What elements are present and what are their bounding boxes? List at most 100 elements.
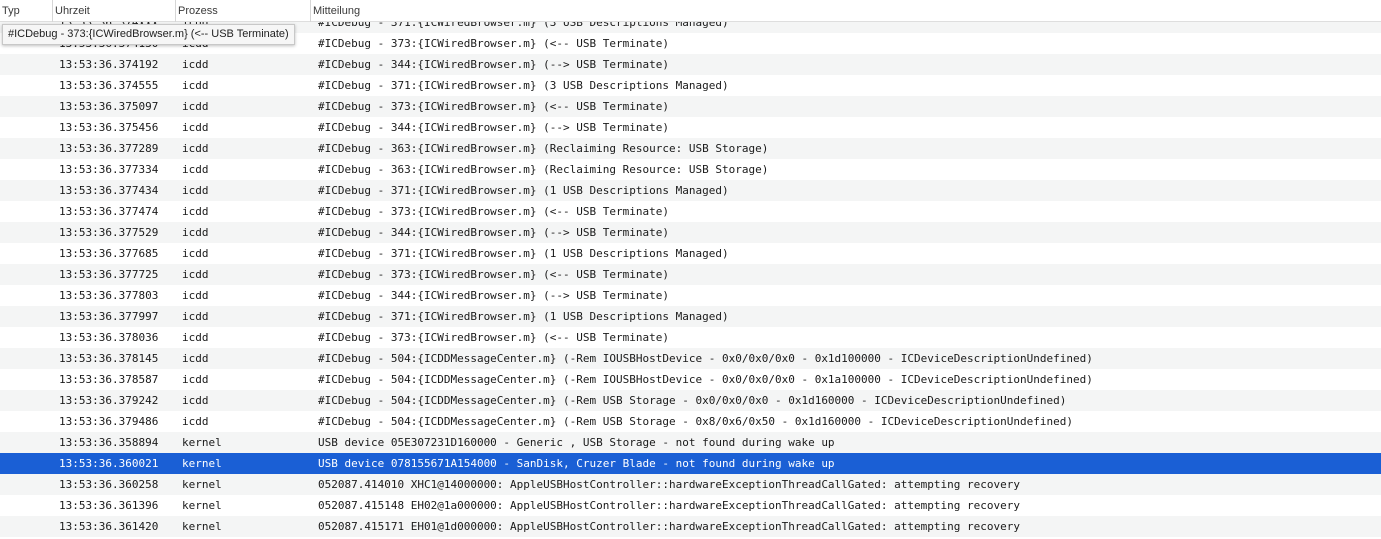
message-tooltip: #ICDebug - 373:{ICWiredBrowser.m} (<-- U… [2, 24, 295, 45]
cell-message: #ICDebug - 363:{ICWiredBrowser.m} (Recla… [318, 142, 769, 155]
cell-type [0, 306, 52, 327]
cell-time: 13:53:36.377434 [59, 184, 159, 197]
cell-process: icdd [182, 100, 209, 113]
cell-message: #ICDebug - 371:{ICWiredBrowser.m} (3 USB… [318, 79, 729, 92]
cell-message: #ICDebug - 373:{ICWiredBrowser.m} (<-- U… [318, 205, 669, 218]
cell-process: kernel [182, 478, 222, 491]
table-row[interactable]: 13:53:36.377997 icdd #ICDebug - 371:{ICWir… [0, 306, 1381, 327]
cell-time: 13:53:36.360021 [59, 457, 159, 470]
cell-time: 13:53:36.374192 [59, 58, 159, 71]
cell-process: icdd [182, 415, 209, 428]
table-row[interactable]: 13:53:36.375456 icdd #ICDebug - 344:{ICWir… [0, 117, 1381, 138]
cell-time: 13:53:36.375456 [59, 121, 159, 134]
cell-message: #ICDebug - 371:{ICWiredBrowser.m} (1 USB… [318, 310, 729, 323]
cell-message: #ICDebug - 373:{ICWiredBrowser.m} (<-- U… [318, 37, 669, 50]
cell-message: #ICDebug - 373:{ICWiredBrowser.m} (<-- U… [318, 100, 669, 113]
cell-process: icdd [182, 310, 209, 323]
cell-message: 052087.415148 EH02@1a000000: AppleUSBHos… [318, 499, 1020, 512]
cell-type [0, 453, 52, 474]
cell-time: 13:53:36.377529 [59, 226, 159, 239]
cell-type [0, 159, 52, 180]
column-header-message[interactable]: Mitteilung [310, 0, 1381, 22]
cell-message: #ICDebug - 344:{ICWiredBrowser.m} (--> U… [318, 226, 669, 239]
table-row-selected[interactable]: 13:53:36.360021 kernel USB device 07815567… [0, 453, 1381, 474]
table-row[interactable]: 13:53:36.377685 icdd #ICDebug - 371:{ICWir… [0, 243, 1381, 264]
cell-time: 13:53:36.360258 [59, 478, 159, 491]
cell-time: 13:53:36.379486 [59, 415, 159, 428]
cell-process: icdd [182, 142, 209, 155]
cell-message: #ICDebug - 371:{ICWiredBrowser.m} (1 USB… [318, 184, 729, 197]
cell-message: #ICDebug - 504:{ICDDMessageCenter.m} (-R… [318, 373, 1093, 386]
table-row[interactable]: 13:53:36.378036 icdd #ICDebug - 373:{ICWir… [0, 327, 1381, 348]
cell-time: 13:53:36.379242 [59, 394, 159, 407]
cell-process: icdd [182, 184, 209, 197]
table-row[interactable]: 13:53:36.378587 icdd #ICDebug - 504:{ICDDM… [0, 369, 1381, 390]
cell-type [0, 432, 52, 453]
column-header-process[interactable]: Prozess [175, 0, 310, 22]
cell-time: 13:53:36.377474 [59, 205, 159, 218]
cell-time: 13:53:36.377997 [59, 310, 159, 323]
table-row[interactable]: 13:53:36.377474 icdd #ICDebug - 373:{ICWir… [0, 201, 1381, 222]
cell-process: kernel [182, 436, 222, 449]
cell-time: 13:53:36.358894 [59, 436, 159, 449]
table-row[interactable]: 13:53:36.377334 icdd #ICDebug - 363:{ICWir… [0, 159, 1381, 180]
table-row[interactable]: 13:53:36.358894 kernel USB device 05E30723… [0, 432, 1381, 453]
cell-type [0, 369, 52, 390]
cell-process: kernel [182, 457, 222, 470]
table-row[interactable]: 13:53:36.377529 icdd #ICDebug - 344:{ICWir… [0, 222, 1381, 243]
table-row[interactable]: 13:53:36.360258 kernel 052087.414010 XHC1@… [0, 474, 1381, 495]
cell-time: 13:53:36.377803 [59, 289, 159, 302]
table-row[interactable]: 13:53:36.361420 kernel 052087.415171 EH01@… [0, 516, 1381, 537]
cell-message: #ICDebug - 504:{ICDDMessageCenter.m} (-R… [318, 415, 1073, 428]
table-row[interactable]: 13:53:36.377803 icdd #ICDebug - 344:{ICWir… [0, 285, 1381, 306]
column-header-type[interactable]: Typ [0, 0, 52, 22]
table-row[interactable]: 13:53:36.377725 icdd #ICDebug - 373:{ICWir… [0, 264, 1381, 285]
table-row[interactable]: 13:53:36.379242 icdd #ICDebug - 504:{ICDDM… [0, 390, 1381, 411]
cell-type [0, 390, 52, 411]
cell-time: 13:53:36.375097 [59, 100, 159, 113]
cell-type [0, 411, 52, 432]
cell-type [0, 180, 52, 201]
cell-process: icdd [182, 121, 209, 134]
cell-type [0, 138, 52, 159]
cell-process: icdd [182, 373, 209, 386]
cell-time: 13:53:36.361420 [59, 520, 159, 533]
table-row[interactable]: 13:53:36.375097 icdd #ICDebug - 373:{ICWir… [0, 96, 1381, 117]
cell-message: #ICDebug - 344:{ICWiredBrowser.m} (--> U… [318, 58, 669, 71]
table-row[interactable]: 13:53:36.378145 icdd #ICDebug - 504:{ICDDM… [0, 348, 1381, 369]
cell-process: icdd [182, 247, 209, 260]
log-table-header: Typ Uhrzeit Prozess Mitteilung [0, 0, 1381, 22]
cell-type [0, 264, 52, 285]
cell-time: 13:53:36.377289 [59, 142, 159, 155]
cell-process: icdd [182, 163, 209, 176]
column-header-time[interactable]: Uhrzeit [52, 0, 175, 22]
cell-type [0, 348, 52, 369]
cell-message: #ICDebug - 344:{ICWiredBrowser.m} (--> U… [318, 289, 669, 302]
cell-message: #ICDebug - 373:{ICWiredBrowser.m} (<-- U… [318, 331, 669, 344]
cell-type [0, 474, 52, 495]
cell-type [0, 201, 52, 222]
cell-time: 13:53:36.361396 [59, 499, 159, 512]
table-row[interactable]: 13:53:36.377289 icdd #ICDebug - 363:{ICWir… [0, 138, 1381, 159]
cell-message: USB device 078155671A154000 - SanDisk, C… [318, 457, 835, 470]
cell-type [0, 222, 52, 243]
cell-message: #ICDebug - 371:{ICWiredBrowser.m} (1 USB… [318, 247, 729, 260]
cell-type [0, 54, 52, 75]
cell-type [0, 96, 52, 117]
table-row[interactable]: 13:53:36.361396 kernel 052087.415148 EH02@… [0, 495, 1381, 516]
cell-time: 13:53:36.377685 [59, 247, 159, 260]
cell-process: icdd [182, 268, 209, 281]
cell-message: USB device 05E307231D160000 - Generic , … [318, 436, 835, 449]
table-row[interactable]: 13:53:36.374192 icdd #ICDebug - 344:{ICWir… [0, 54, 1381, 75]
cell-time: 13:53:36.378036 [59, 331, 159, 344]
cell-process: icdd [182, 58, 209, 71]
log-table-body: 13:53:36.374xxx icdd #ICDebug - 371:{ICWir… [0, 12, 1381, 537]
table-row[interactable]: 13:53:36.374555 icdd #ICDebug - 371:{ICWir… [0, 75, 1381, 96]
cell-process: icdd [182, 226, 209, 239]
cell-process: icdd [182, 331, 209, 344]
table-row[interactable]: 13:53:36.377434 icdd #ICDebug - 371:{ICWir… [0, 180, 1381, 201]
table-row[interactable]: 13:53:36.379486 icdd #ICDebug - 504:{ICDDM… [0, 411, 1381, 432]
cell-process: kernel [182, 520, 222, 533]
cell-time: 13:53:36.374555 [59, 79, 159, 92]
cell-time: 13:53:36.377725 [59, 268, 159, 281]
